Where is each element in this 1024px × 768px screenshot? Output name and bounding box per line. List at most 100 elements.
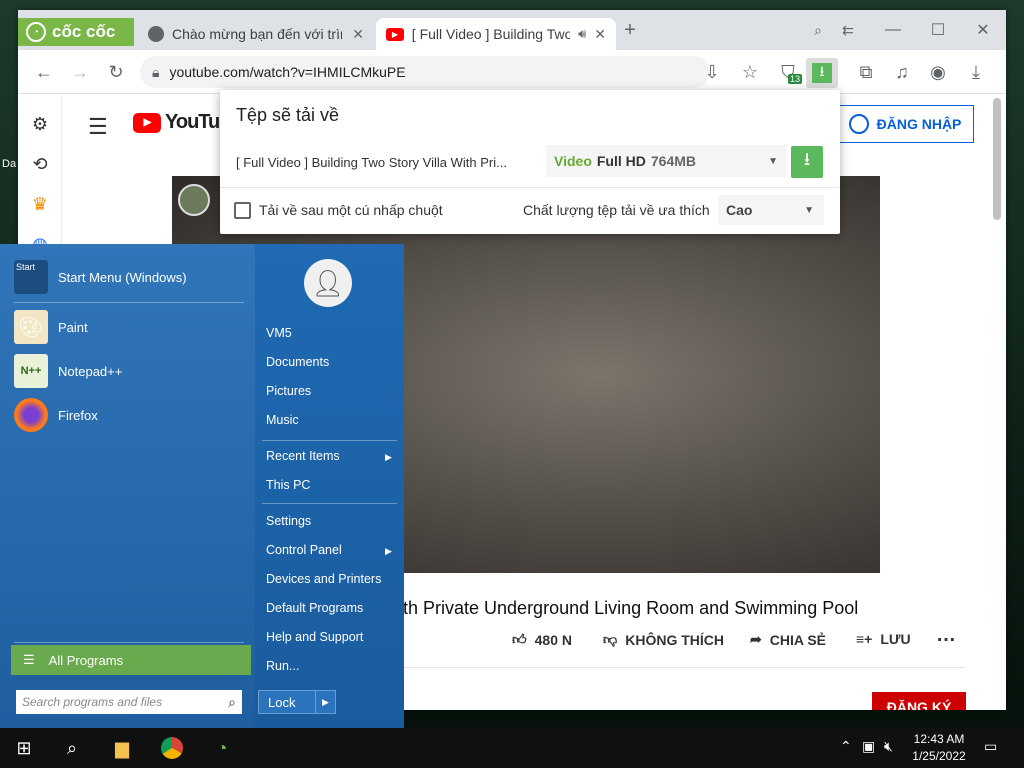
start-item-firefox[interactable]: Firefox bbox=[14, 398, 98, 432]
start-right-settings[interactable]: Settings bbox=[266, 514, 311, 528]
start-right-default-programs[interactable]: Default Programs bbox=[266, 601, 363, 615]
maximize-button[interactable]: ☐ bbox=[918, 18, 958, 42]
start-item-start-menu-windows[interactable]: Start Start Menu (Windows) bbox=[14, 260, 187, 294]
music-icon[interactable]: ♫ bbox=[888, 60, 916, 84]
popup-divider bbox=[220, 187, 840, 188]
start-separator bbox=[14, 302, 244, 303]
install-app-icon[interactable]: ⇩ bbox=[698, 60, 726, 84]
extension-badge: 13 bbox=[787, 74, 802, 84]
tab-close-icon[interactable]: ✕ bbox=[594, 26, 606, 43]
start-item-notepadpp[interactable]: N++ Notepad++ bbox=[14, 354, 122, 388]
sign-in-button[interactable]: ĐĂNG NHẬP bbox=[836, 105, 974, 143]
profile-icon[interactable]: ◉ bbox=[924, 60, 952, 84]
notepadpp-icon: N++ bbox=[14, 354, 48, 388]
settings-gear-icon[interactable]: ⚙ bbox=[28, 112, 52, 136]
search-icon[interactable]: ⌕ bbox=[228, 694, 236, 711]
tab-title: Chào mừng bạn đến với trình bbox=[172, 26, 342, 42]
download-button[interactable]: ⭳ bbox=[791, 146, 823, 178]
preferred-quality-label: Chất lượng tệp tải về ưa thích bbox=[523, 202, 710, 218]
downloads-icon[interactable]: ⤓ bbox=[962, 60, 990, 84]
back-tab-icon[interactable]: ⇇ bbox=[828, 18, 868, 42]
windows-start-icon[interactable]: ⊞ bbox=[0, 728, 48, 768]
more-actions-button[interactable]: … bbox=[936, 624, 956, 647]
start-item-label: Start Menu (Windows) bbox=[58, 269, 187, 285]
chevron-down-icon: ▼ bbox=[804, 204, 814, 216]
desktop-icon-label[interactable]: Da bbox=[2, 158, 16, 170]
file-explorer-icon[interactable]: ▆ bbox=[98, 728, 146, 768]
tab-welcome[interactable]: Chào mừng bạn đến với trình ✕ bbox=[138, 18, 374, 50]
back-arrow-icon[interactable]: ← bbox=[30, 60, 58, 84]
download-arrow-icon: ⭳ bbox=[803, 149, 811, 169]
forward-arrow-icon[interactable]: → bbox=[66, 60, 94, 84]
tab-close-icon[interactable]: ✕ bbox=[352, 26, 364, 43]
volume-muted-icon[interactable]: 🔇︎ bbox=[884, 738, 893, 755]
start-item-paint[interactable]: 🎨︎ Paint bbox=[14, 310, 88, 344]
bookmark-star-icon[interactable]: ☆ bbox=[736, 60, 764, 84]
subscribe-button[interactable]: ĐĂNG KÝ bbox=[872, 692, 966, 710]
start-separator bbox=[262, 503, 397, 504]
tab-title: [ Full Video ] Building Two Story bbox=[411, 26, 571, 42]
reload-icon[interactable]: ↻ bbox=[102, 60, 130, 84]
coccoc-taskbar-icon[interactable]: ◔ bbox=[198, 728, 246, 768]
extension-shield-icon[interactable]: ⛉ 13 bbox=[774, 60, 802, 84]
extensions-puzzle-icon[interactable]: ⧉ bbox=[852, 60, 880, 84]
share-label: CHIA SẺ bbox=[769, 631, 827, 648]
save-label: LƯU bbox=[880, 631, 911, 647]
tab-youtube[interactable]: ▶ [ Full Video ] Building Two Story 🔊︎ ✕ bbox=[376, 18, 616, 50]
history-icon[interactable]: ⟲ bbox=[28, 152, 52, 176]
preferred-quality-select[interactable]: Cao ▼ bbox=[718, 195, 824, 225]
start-right-recent-items[interactable]: Recent Items bbox=[266, 449, 340, 463]
lock-label: Lock bbox=[268, 694, 296, 710]
page-scrollbar[interactable] bbox=[993, 98, 1001, 220]
download-arrow-icon: ⭳ bbox=[812, 63, 832, 83]
lock-button[interactable]: Lock ▶ bbox=[258, 690, 336, 714]
start-item-label: Paint bbox=[58, 319, 88, 335]
start-right-user[interactable]: VM5 bbox=[266, 326, 292, 340]
start-right-music[interactable]: Music bbox=[266, 413, 299, 427]
clock-time: 12:43 AM bbox=[913, 732, 965, 746]
speaker-icon[interactable]: 🔊︎ bbox=[578, 26, 586, 42]
submenu-arrow-icon: ▶ bbox=[385, 546, 392, 556]
download-file-name: [ Full Video ] Building Two Story Villa … bbox=[236, 155, 507, 170]
menu-hamburger-icon[interactable]: ☰ bbox=[88, 114, 108, 140]
chevron-down-icon: ▼ bbox=[768, 155, 778, 167]
channel-avatar[interactable] bbox=[178, 184, 210, 216]
address-bar[interactable]: 🔒︎ youtube.com/watch?v=IHMILCMkuPE bbox=[140, 56, 710, 88]
close-window-button[interactable]: ✕ bbox=[963, 18, 1003, 42]
search-placeholder: Search programs and files bbox=[22, 695, 163, 709]
start-right-run[interactable]: Run... bbox=[266, 659, 299, 673]
minimize-button[interactable]: — bbox=[873, 18, 913, 42]
coccoc-brand-button[interactable]: ◔ cốc cốc bbox=[18, 18, 134, 46]
savior-download-button[interactable]: ⭳ bbox=[806, 58, 838, 88]
user-avatar[interactable]: 👤︎ bbox=[304, 259, 352, 307]
chevron-up-icon[interactable]: ⌃ bbox=[840, 738, 852, 755]
new-tab-button[interactable]: + bbox=[616, 18, 644, 42]
search-icon[interactable]: ⌕ bbox=[48, 728, 96, 768]
quality-select[interactable]: Video Full HD 764MB ▼ bbox=[546, 145, 786, 177]
clock[interactable]: 12:43 AM 1/25/2022 bbox=[908, 731, 970, 765]
network-icon[interactable]: ▣ bbox=[862, 738, 875, 755]
start-search-input[interactable]: Search programs and files ⌕ bbox=[16, 690, 242, 714]
one-click-checkbox[interactable] bbox=[234, 202, 251, 219]
start-right-pictures[interactable]: Pictures bbox=[266, 384, 311, 398]
start-right-help-support[interactable]: Help and Support bbox=[266, 630, 363, 644]
all-programs-button[interactable]: ☰ All Programs bbox=[11, 645, 251, 675]
start-right-this-pc[interactable]: This PC bbox=[266, 478, 310, 492]
thumbs-down-icon: 👎︎ bbox=[603, 631, 618, 647]
start-right-control-panel[interactable]: Control Panel bbox=[266, 543, 342, 557]
start-item-label: Notepad++ bbox=[58, 363, 123, 379]
playlist-add-icon: ≡+ bbox=[856, 631, 873, 647]
start-right-documents[interactable]: Documents bbox=[266, 355, 329, 369]
like-button[interactable]: 👍︎ 480 N bbox=[512, 631, 572, 648]
share-button[interactable]: ➦ CHIA SẺ bbox=[750, 631, 826, 648]
start-right-devices-printers[interactable]: Devices and Printers bbox=[266, 572, 381, 586]
notification-icon[interactable]: ▭ bbox=[984, 738, 997, 755]
save-button[interactable]: ≡+ LƯU bbox=[856, 631, 911, 647]
crown-icon[interactable]: ♛ bbox=[28, 192, 52, 216]
video-title: th Private Underground Living Room and S… bbox=[403, 598, 859, 618]
quality-resolution: Full HD bbox=[596, 153, 646, 169]
chevron-right-icon[interactable]: ▶ bbox=[315, 691, 335, 713]
chrome-icon[interactable] bbox=[148, 728, 196, 768]
dislike-label: KHÔNG THÍCH bbox=[625, 631, 724, 648]
dislike-button[interactable]: 👎︎ KHÔNG THÍCH bbox=[603, 631, 724, 648]
